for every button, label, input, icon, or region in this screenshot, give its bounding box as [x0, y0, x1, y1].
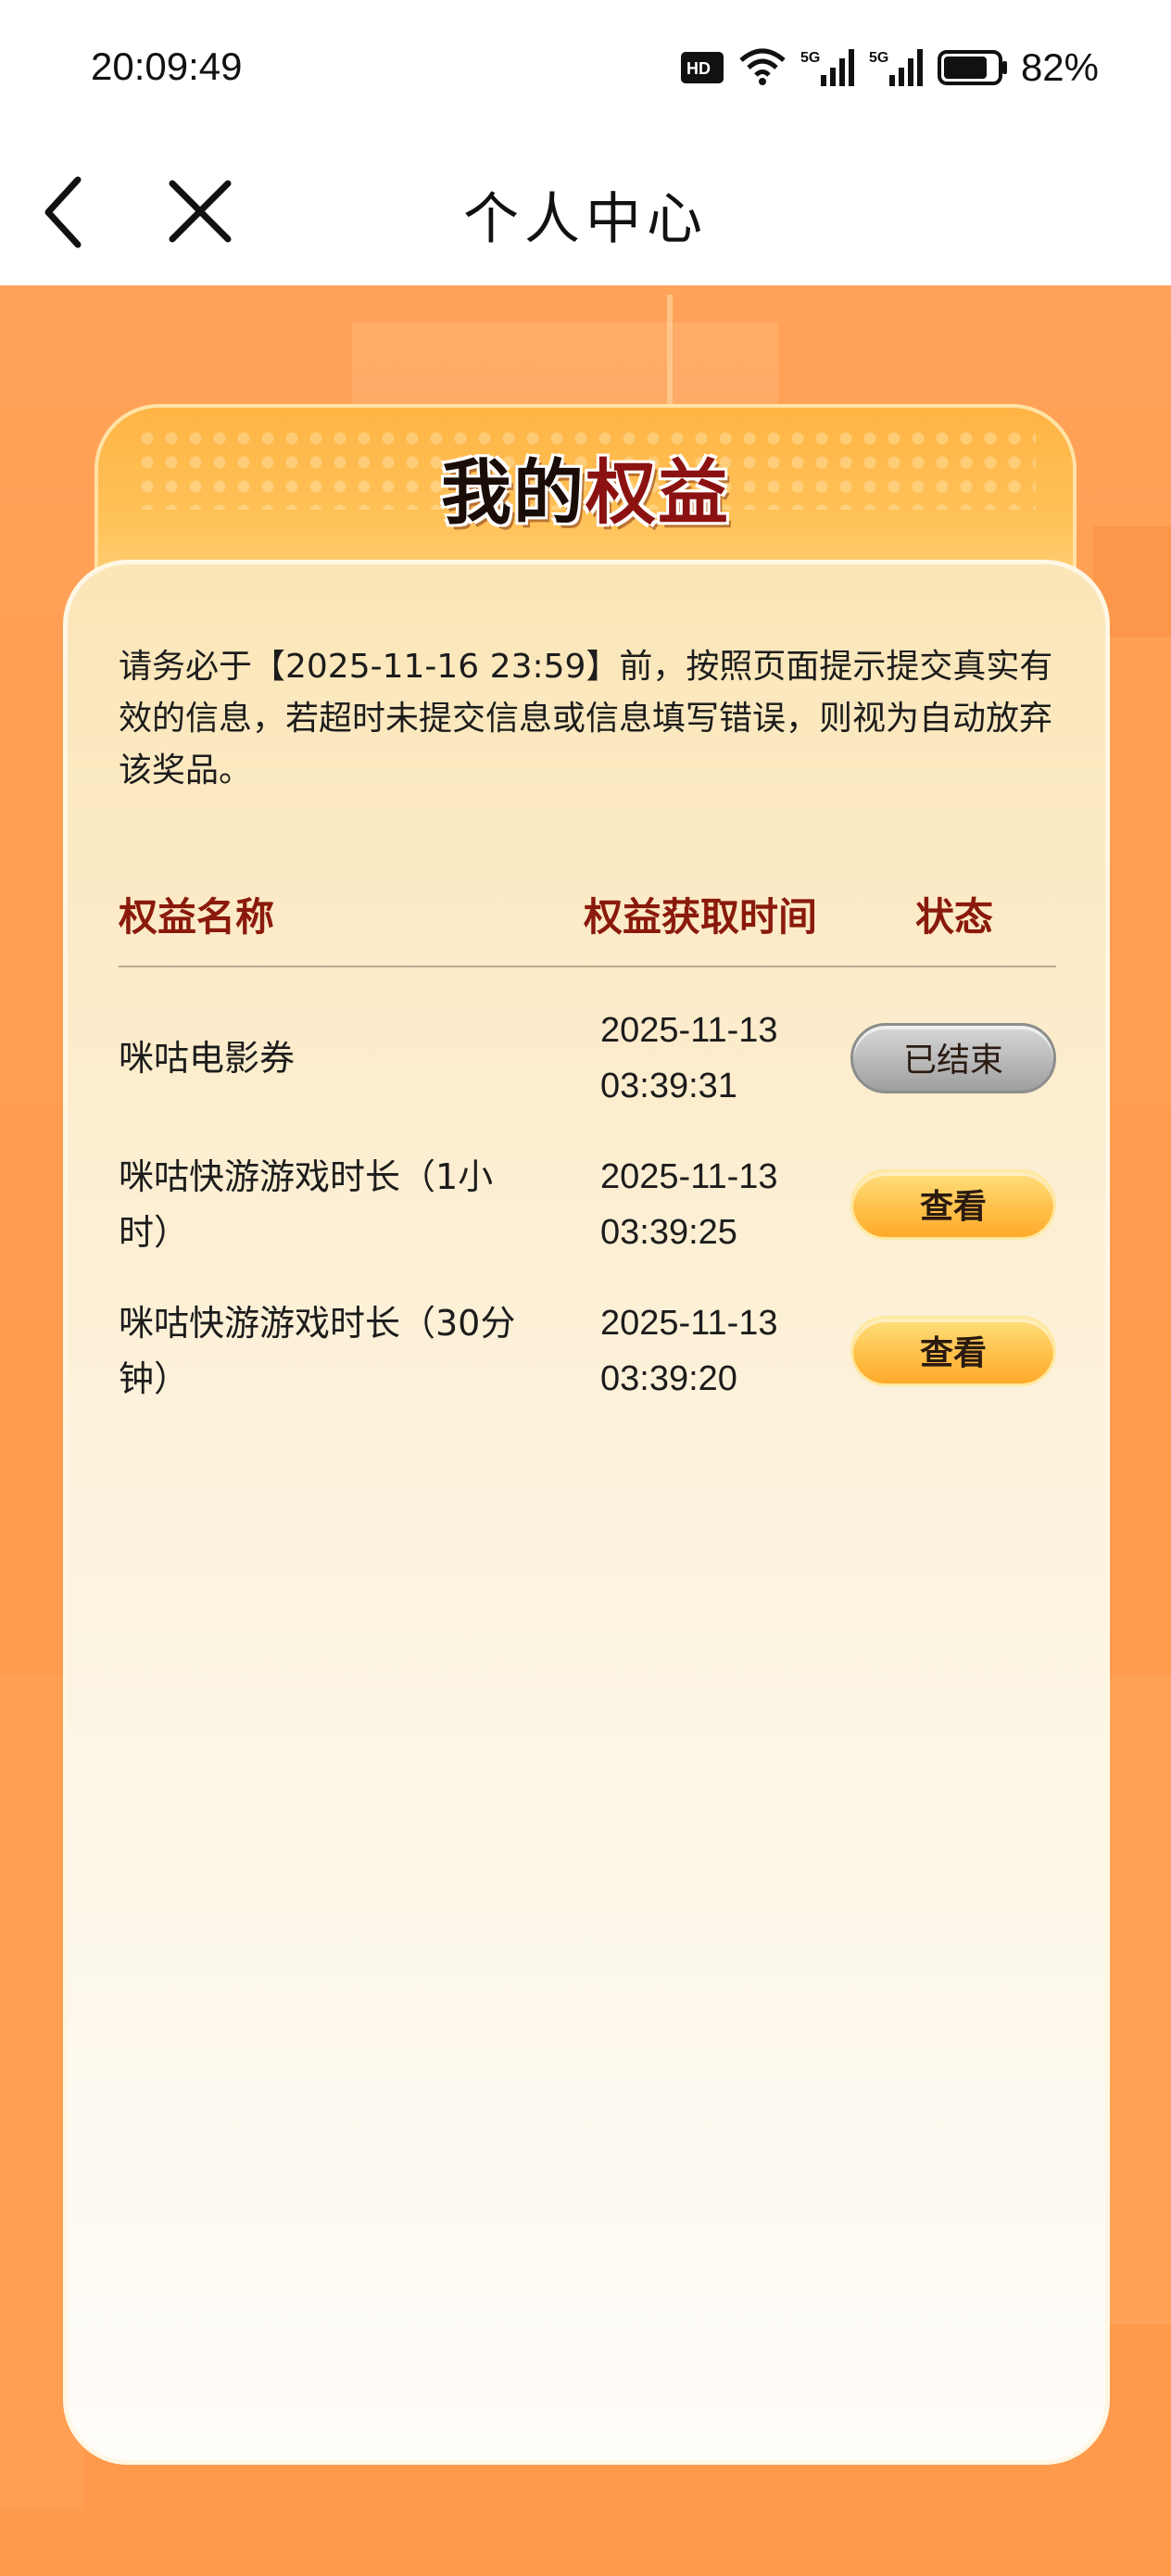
benefit-name: 咪咕电影券 [119, 1038, 296, 1079]
deadline-notice: 请务必于【2025-11-16 23:59】前，按照页面提示提交真实有效的信息，… [119, 648, 1053, 789]
hd-icon: HD [680, 52, 724, 83]
status-ended-button[interactable]: 已结束 [850, 1023, 1056, 1093]
column-header-time: 权益获取时间 [584, 894, 818, 940]
table-row: 咪咕快游游戏时长（30分钟） 2025-11-13 03:39:20 查看 [119, 1295, 1056, 1425]
view-button[interactable]: 查看 [850, 1169, 1056, 1240]
benefit-clock: 03:39:20 [600, 1359, 737, 1398]
sim1-label: 5G [800, 50, 820, 66]
battery-icon [937, 50, 1007, 85]
benefit-date: 2025-11-13 [600, 1157, 778, 1196]
card-title-part2: 权益 [586, 451, 730, 534]
5g-signal-icon-2: 5G [869, 49, 923, 86]
benefit-date: 2025-11-13 [600, 1304, 778, 1343]
page-title: 个人中心 [463, 187, 708, 252]
benefit-date: 2025-11-13 [600, 1011, 778, 1050]
benefit-name: 咪咕快游游戏时长（30分钟） [119, 1303, 516, 1399]
table-row: 咪咕快游游戏时长（1小时） 2025-11-13 03:39:25 查看 [119, 1149, 1056, 1279]
benefit-clock: 03:39:25 [600, 1213, 737, 1252]
table-header: 权益名称 权益获取时间 状态 [119, 886, 1056, 967]
status-icons: HD 5G 5G 82% [680, 44, 1099, 91]
benefits-card [63, 560, 1110, 2465]
column-header-name: 权益名称 [119, 894, 275, 940]
benefit-name: 咪咕快游游戏时长（1小时） [119, 1156, 494, 1253]
hd-label: HD [686, 59, 711, 78]
nav-bar: 个人中心 [0, 139, 1171, 285]
status-time: 20:09:49 [91, 44, 243, 88]
status-bar: 20:09:49 HD 5G 5G 82% [0, 0, 1171, 139]
table-row: 咪咕电影券 2025-11-13 03:39:31 已结束 [119, 1003, 1056, 1132]
benefit-time: 2025-11-13 03:39:20 [600, 1295, 841, 1407]
sim2-label: 5G [869, 50, 888, 66]
view-button[interactable]: 查看 [850, 1316, 1056, 1386]
benefit-clock: 03:39:31 [600, 1067, 737, 1105]
benefit-time: 2025-11-13 03:39:31 [600, 1003, 841, 1114]
card-title: 我的权益 [0, 436, 1171, 537]
benefit-time: 2025-11-13 03:39:25 [600, 1149, 841, 1260]
column-header-status: 状态 [915, 894, 994, 940]
battery-percent: 82% [1020, 45, 1099, 89]
5g-signal-icon: 5G [800, 49, 854, 86]
wifi-icon [739, 48, 786, 85]
card-title-part1: 我的 [441, 451, 586, 534]
